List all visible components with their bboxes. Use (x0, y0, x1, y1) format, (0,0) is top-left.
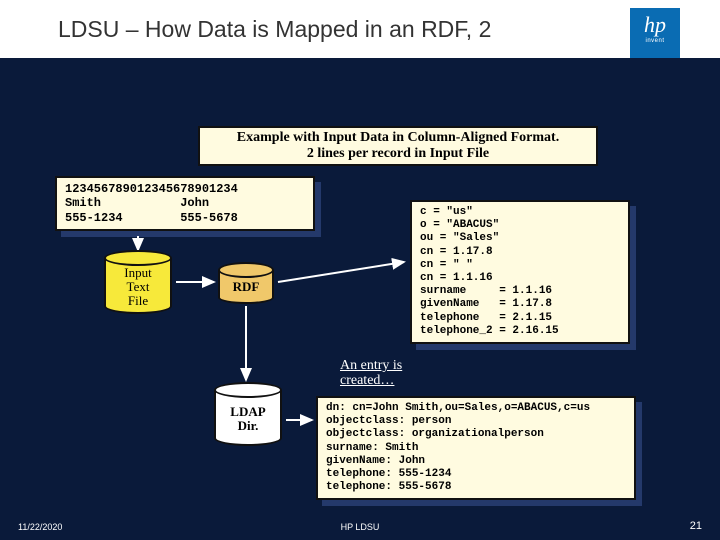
input-file-label: Input Text File (104, 258, 172, 314)
hp-logo-subtext: invent (630, 38, 680, 44)
rdf-output-box: c = "us" o = "ABACUS" ou = "Sales" cn = … (410, 200, 630, 344)
ldap-label: LDAP Dir. (214, 390, 282, 446)
footer-date: 11/22/2020 (18, 522, 62, 532)
cylinder-top-icon (214, 382, 282, 398)
cylinder-top-icon (218, 262, 274, 278)
band-spacer (0, 60, 720, 120)
entry-created-label: An entry is created… (340, 358, 402, 389)
slide-title: LDSU – How Data is Mapped in an RDF, 2 (58, 16, 491, 43)
slide-header: LDSU – How Data is Mapped in an RDF, 2 h… (0, 0, 720, 58)
example-line2: 2 lines per record in Input File (204, 146, 592, 162)
ldap-output-box: dn: cn=John Smith,ou=Sales,o=ABACUS,c=us… (316, 396, 636, 500)
hp-logo: hp invent (630, 8, 680, 58)
slide-content: Example with Input Data in Column-Aligne… (0, 120, 720, 520)
footer-page-number: 21 (690, 520, 702, 532)
hp-logo-text: hp (630, 12, 680, 38)
input-data-box: 123456789012345678901234 Smith John 555-… (55, 176, 315, 231)
example-line1: Example with Input Data in Column-Aligne… (204, 130, 592, 146)
cylinder-top-icon (104, 250, 172, 266)
example-caption-box: Example with Input Data in Column-Aligne… (198, 126, 598, 166)
footer-center: HP LDSU (341, 522, 380, 532)
